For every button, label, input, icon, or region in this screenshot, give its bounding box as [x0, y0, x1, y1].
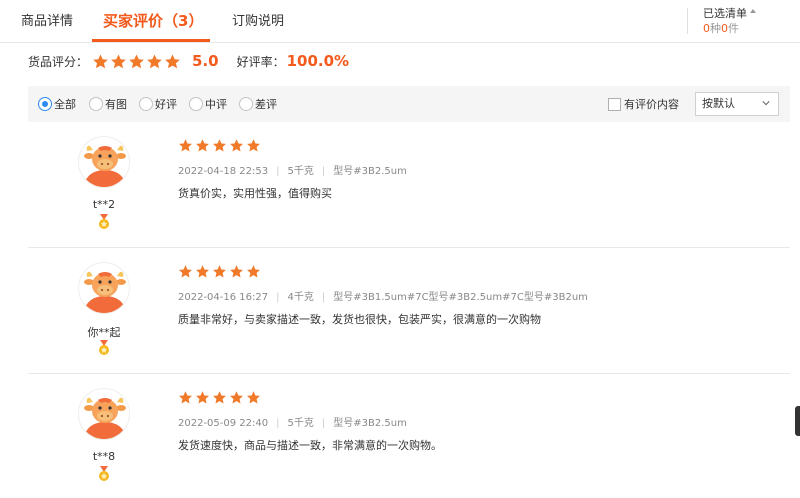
filter-neutral-radio[interactable]: 中评	[189, 96, 227, 112]
review-content: 货真价实，实用性强，值得购买	[178, 187, 332, 200]
medal-icon	[99, 214, 109, 229]
star-icon	[165, 53, 180, 68]
star-icon	[213, 265, 226, 278]
review-datetime: 2022-05-09 22:40	[178, 418, 269, 429]
product-tabs: 商品详情 买家评价（3） 订购说明 已选清单 0种0件	[0, 0, 800, 43]
rating-summary: 货品评分： 5.0 好评率： 100.0%	[28, 50, 349, 72]
review-weight: 4千克	[287, 292, 314, 303]
tab-order-instructions[interactable]: 订购说明	[232, 0, 284, 43]
reviewer-nickname: t**8	[92, 450, 116, 463]
star-icon	[179, 265, 192, 278]
cart-divider	[687, 8, 688, 34]
rating-score: 5.0	[192, 52, 219, 70]
ox-avatar-icon	[83, 397, 127, 439]
review-weight: 5千克	[287, 166, 314, 177]
filter-with-images-radio[interactable]: 有图	[89, 96, 127, 112]
selected-list-title: 已选清单	[703, 7, 747, 20]
star-icon	[230, 139, 243, 152]
star-icon	[196, 265, 209, 278]
filter-all-radio[interactable]: 全部	[38, 96, 76, 112]
review-stars	[178, 138, 263, 153]
review-spec: 型号#3B2.5um	[333, 418, 407, 429]
star-icon	[196, 139, 209, 152]
reviewer-nickname: 你**起	[87, 326, 121, 339]
star-icon	[213, 391, 226, 404]
selected-list[interactable]: 已选清单 0种0件	[703, 6, 756, 36]
radio-icon	[139, 97, 153, 111]
review-item: t**8 2022-05-09 22:40 | 5千克 | 型号#3B2.5um 发货速…	[28, 374, 790, 498]
review-item: 你**起 2022-04-16 16:27 | 4千克 | 型号#3B1.5um#7C型…	[28, 248, 790, 374]
star-icon	[230, 391, 243, 404]
sort-select-value: 按默认	[702, 97, 735, 110]
chevron-down-icon	[762, 101, 770, 106]
reviewer-nickname: t**2	[92, 198, 116, 211]
ox-avatar-icon	[83, 145, 127, 187]
review-stars	[178, 264, 263, 279]
star-icon	[247, 265, 260, 278]
active-tab-indicator	[92, 39, 210, 42]
star-icon	[213, 139, 226, 152]
star-icon	[247, 139, 260, 152]
review-stars	[178, 390, 263, 405]
review-filter-bar: 全部 有图 好评 中评 差评 有评价内容 按默认	[28, 86, 790, 122]
has-content-checkbox[interactable]: 有评价内容	[608, 96, 679, 112]
side-float-tab[interactable]	[795, 406, 800, 436]
sort-select[interactable]: 按默认	[695, 92, 779, 116]
star-icon	[111, 53, 126, 68]
radio-icon	[189, 97, 203, 111]
medal-icon	[99, 340, 109, 355]
medal-icon	[99, 466, 109, 481]
review-weight: 5千克	[287, 418, 314, 429]
avatar	[78, 388, 130, 440]
review-meta: 2022-04-16 16:27 | 4千克 | 型号#3B1.5um#7C型号#3B2…	[178, 292, 588, 303]
rating-label: 货品评分：	[28, 54, 89, 69]
selected-list-count: 0种0件	[703, 22, 739, 35]
filter-positive-radio[interactable]: 好评	[139, 96, 177, 112]
review-datetime: 2022-04-16 16:27	[178, 292, 269, 303]
review-content: 发货速度快，商品与描述一致，非常满意的一次购物。	[178, 439, 442, 452]
star-icon	[147, 53, 162, 68]
radio-icon	[89, 97, 103, 111]
caret-up-icon	[750, 9, 756, 13]
ox-avatar-icon	[83, 271, 127, 313]
review-content: 质量非常好，与卖家描述一致，发货也很快，包装严实，很满意的一次购物	[178, 313, 541, 326]
avatar	[78, 136, 130, 188]
checkbox-icon	[608, 97, 621, 111]
good-rate-label: 好评率：	[236, 54, 285, 69]
filter-negative-radio[interactable]: 差评	[239, 96, 277, 112]
review-meta: 2022-04-18 22:53 | 5千克 | 型号#3B2.5um	[178, 166, 407, 177]
star-icon	[247, 391, 260, 404]
review-meta: 2022-05-09 22:40 | 5千克 | 型号#3B2.5um	[178, 418, 407, 429]
radio-icon	[239, 97, 253, 111]
star-icon	[196, 391, 209, 404]
avatar	[78, 262, 130, 314]
star-icon	[179, 139, 192, 152]
star-icon	[230, 265, 243, 278]
good-rate-value: 100.0%	[286, 52, 350, 70]
radio-checked-icon	[38, 97, 52, 111]
star-icon	[179, 391, 192, 404]
review-spec: 型号#3B1.5um#7C型号#3B2.5um#7C型号#3B2um	[333, 292, 588, 303]
star-icon	[93, 53, 108, 68]
review-datetime: 2022-04-18 22:53	[178, 166, 269, 177]
review-item: t**2 2022-04-18 22:53 | 5千克 | 型号#3B2.5um 货真价…	[28, 122, 790, 248]
tab-buyer-reviews[interactable]: 买家评价（3）	[103, 0, 203, 43]
rating-stars	[92, 53, 182, 70]
tab-product-details[interactable]: 商品详情	[21, 0, 73, 43]
star-icon	[129, 53, 144, 68]
review-spec: 型号#3B2.5um	[333, 166, 407, 177]
